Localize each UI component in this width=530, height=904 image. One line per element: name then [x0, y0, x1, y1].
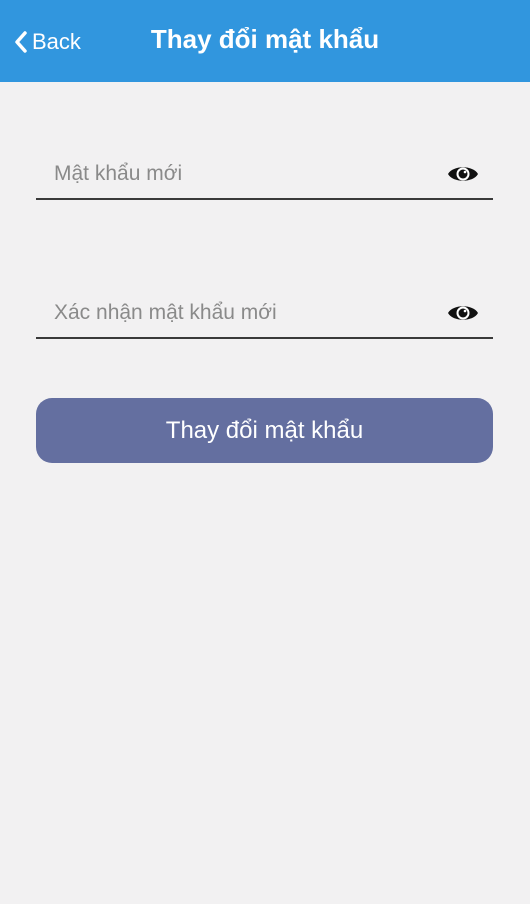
confirm-password-input[interactable]: [52, 297, 436, 329]
confirm-password-field: [36, 289, 493, 339]
app-header: Back Thay đổi mật khẩu: [0, 0, 530, 82]
change-password-button-label: Thay đổi mật khẩu: [165, 416, 364, 444]
eye-icon[interactable]: [447, 162, 479, 186]
eye-icon[interactable]: [447, 301, 479, 325]
change-password-button[interactable]: Thay đổi mật khẩu: [36, 398, 493, 463]
new-password-input[interactable]: [52, 158, 436, 190]
new-password-field: [36, 150, 493, 200]
page-title: Thay đổi mật khẩu: [150, 24, 380, 54]
